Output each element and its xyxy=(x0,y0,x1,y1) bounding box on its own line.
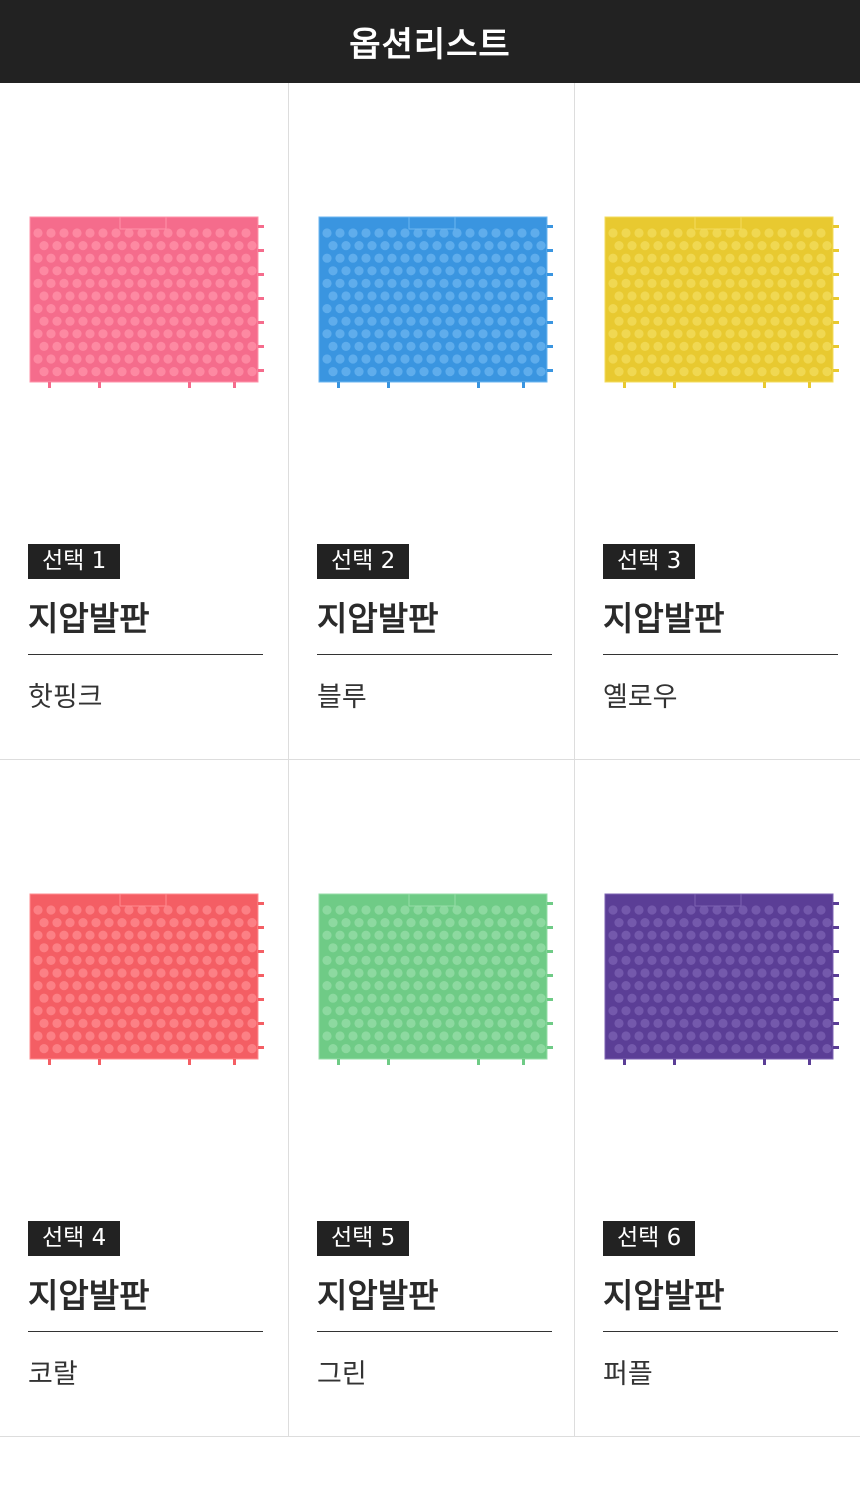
foot-massage-mat-yellow-icon xyxy=(604,216,839,388)
product-name: 지압발판 xyxy=(603,1269,838,1332)
product-name: 지압발판 xyxy=(317,1269,552,1332)
option-card-2[interactable]: 선택 2 지압발판 블루 xyxy=(289,83,575,760)
option-card-4[interactable]: 선택 4 지압발판 코랄 xyxy=(0,760,289,1437)
product-image xyxy=(603,213,843,398)
color-name: 코랄 xyxy=(28,1359,78,1390)
option-grid: 선택 1 지압발판 핫핑크 선택 2 지압발판 블루 선택 3 지압발판 옐로우… xyxy=(0,83,860,1437)
option-card-3[interactable]: 선택 3 지압발판 옐로우 xyxy=(575,83,860,760)
product-image xyxy=(317,890,557,1075)
option-card-6[interactable]: 선택 6 지압발판 퍼플 xyxy=(575,760,860,1437)
color-name: 블루 xyxy=(317,682,367,713)
option-badge: 선택 4 xyxy=(28,1221,121,1256)
option-badge: 선택 6 xyxy=(603,1221,696,1256)
option-card-5[interactable]: 선택 5 지압발판 그린 xyxy=(289,760,575,1437)
product-name: 지압발판 xyxy=(28,1269,263,1332)
foot-massage-mat-coral-icon xyxy=(29,893,264,1065)
page-title: 옵션리스트 xyxy=(349,25,511,65)
color-name: 그린 xyxy=(317,1359,367,1390)
option-card-1[interactable]: 선택 1 지압발판 핫핑크 xyxy=(0,83,289,760)
product-image xyxy=(28,890,268,1075)
page-header: 옵션리스트 xyxy=(0,0,860,83)
foot-massage-mat-purple-icon xyxy=(604,893,839,1065)
option-badge: 선택 2 xyxy=(317,544,410,579)
option-badge: 선택 3 xyxy=(603,544,696,579)
product-name: 지압발판 xyxy=(317,592,552,655)
foot-massage-mat-hotpink-icon xyxy=(29,216,264,388)
foot-massage-mat-green-icon xyxy=(318,893,553,1065)
product-image xyxy=(28,213,268,398)
product-image xyxy=(317,213,557,398)
product-name: 지압발판 xyxy=(603,592,838,655)
color-name: 퍼플 xyxy=(603,1359,653,1390)
color-name: 옐로우 xyxy=(603,682,678,713)
foot-massage-mat-blue-icon xyxy=(318,216,553,388)
color-name: 핫핑크 xyxy=(28,682,103,713)
product-image xyxy=(603,890,843,1075)
option-badge: 선택 5 xyxy=(317,1221,410,1256)
product-name: 지압발판 xyxy=(28,592,263,655)
option-badge: 선택 1 xyxy=(28,544,121,579)
